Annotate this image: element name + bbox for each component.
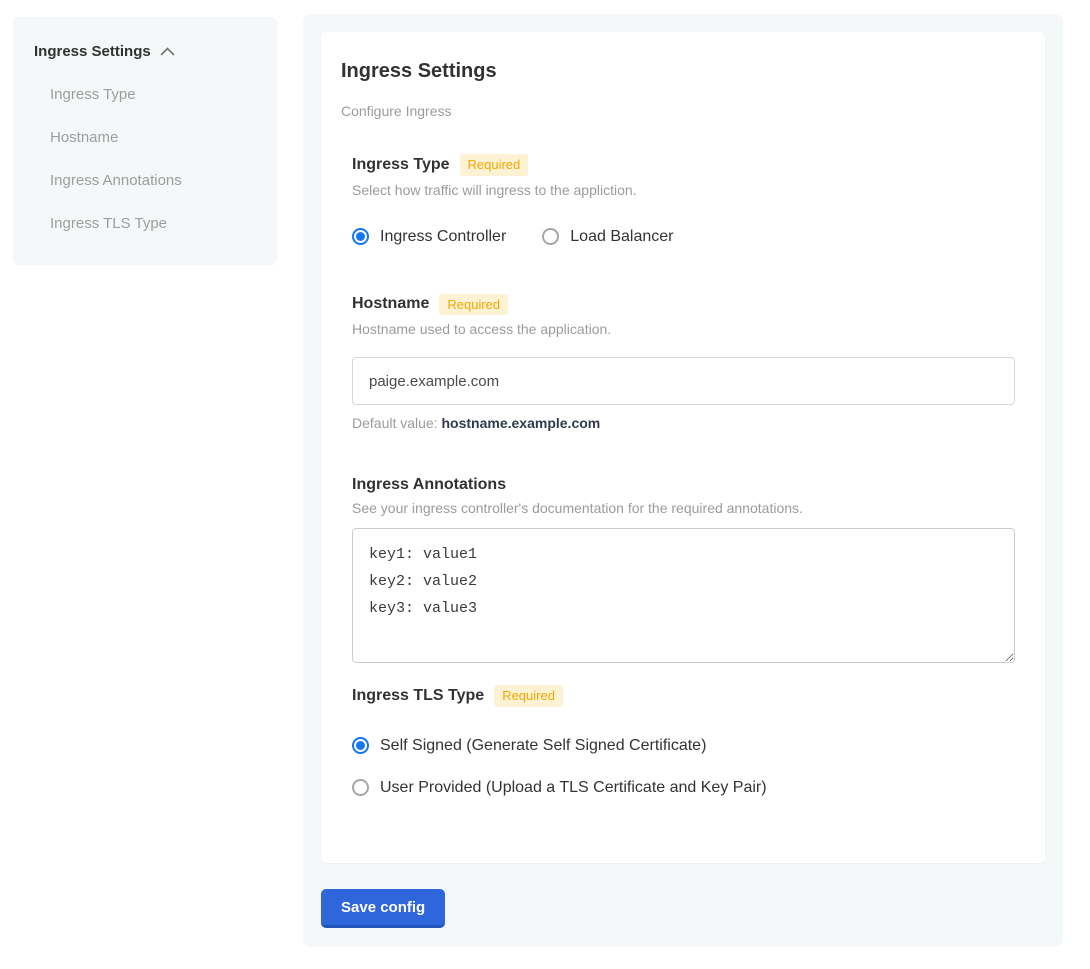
hostname-default-line: Default value: hostname.example.com bbox=[352, 415, 1015, 431]
section-ingress-type: Ingress Type Required Select how traffic… bbox=[352, 154, 1015, 246]
radio-option-user-provided[interactable]: User Provided (Upload a TLS Certificate … bbox=[352, 779, 1015, 797]
ingress-annotations-help: See your ingress controller's documentat… bbox=[352, 500, 1015, 516]
ingress-annotations-label: Ingress Annotations bbox=[352, 476, 506, 494]
radio-option-load-balancer[interactable]: Load Balancer bbox=[542, 228, 673, 246]
sidebar-item-ingress-tls-type[interactable]: Ingress TLS Type bbox=[50, 215, 257, 232]
sidebar-item-ingress-annotations[interactable]: Ingress Annotations bbox=[50, 172, 257, 189]
default-value-prefix: Default value: bbox=[352, 415, 442, 431]
hostname-label: Hostname bbox=[352, 295, 429, 313]
sidebar-item-hostname[interactable]: Hostname bbox=[50, 129, 257, 146]
ingress-tls-type-label: Ingress TLS Type bbox=[352, 687, 484, 705]
required-badge: Required bbox=[460, 154, 529, 176]
required-badge: Required bbox=[494, 685, 563, 707]
config-nav-sidebar: Ingress Settings Ingress Type Hostname I… bbox=[13, 17, 277, 265]
radio-option-self-signed[interactable]: Self Signed (Generate Self Signed Certif… bbox=[352, 737, 1015, 755]
hostname-help: Hostname used to access the application. bbox=[352, 321, 1015, 337]
sidebar-item-list: Ingress Type Hostname Ingress Annotation… bbox=[34, 86, 257, 232]
radio-option-label: Self Signed (Generate Self Signed Certif… bbox=[380, 737, 706, 755]
section-ingress-tls-type: Ingress TLS Type Required Self Signed (G… bbox=[352, 685, 1015, 797]
ingress-annotations-textarea[interactable]: key1: value1 key2: value2 key3: value3 bbox=[352, 528, 1015, 663]
radio-button-icon bbox=[352, 228, 369, 245]
default-value-text: hostname.example.com bbox=[442, 415, 601, 431]
page-title: Ingress Settings bbox=[341, 60, 1015, 83]
radio-button-icon bbox=[352, 737, 369, 754]
config-sections: Ingress Type Required Select how traffic… bbox=[352, 154, 1015, 797]
sidebar-group-title: Ingress Settings bbox=[34, 43, 151, 60]
ingress-type-radio-group: Ingress Controller Load Balancer bbox=[352, 228, 1015, 246]
required-badge: Required bbox=[439, 294, 508, 316]
save-config-button[interactable]: Save config bbox=[321, 889, 445, 928]
radio-option-ingress-controller[interactable]: Ingress Controller bbox=[352, 228, 506, 246]
sidebar-group-ingress-settings[interactable]: Ingress Settings bbox=[34, 43, 257, 60]
config-card: Ingress Settings Configure Ingress Ingre… bbox=[321, 32, 1045, 863]
radio-option-label: Load Balancer bbox=[570, 228, 673, 246]
page-subtitle: Configure Ingress bbox=[341, 103, 1015, 119]
section-ingress-annotations: Ingress Annotations See your ingress con… bbox=[352, 476, 1015, 663]
radio-option-label: User Provided (Upload a TLS Certificate … bbox=[380, 779, 767, 797]
hostname-input[interactable] bbox=[352, 357, 1015, 405]
section-hostname: Hostname Required Hostname used to acces… bbox=[352, 294, 1015, 432]
radio-button-icon bbox=[352, 779, 369, 796]
radio-button-icon bbox=[542, 228, 559, 245]
radio-option-label: Ingress Controller bbox=[380, 228, 506, 246]
sidebar-item-ingress-type[interactable]: Ingress Type bbox=[50, 86, 257, 103]
ingress-type-help: Select how traffic will ingress to the a… bbox=[352, 182, 1015, 198]
chevron-up-icon bbox=[160, 47, 175, 56]
ingress-type-label: Ingress Type bbox=[352, 156, 450, 174]
config-main-panel: Ingress Settings Configure Ingress Ingre… bbox=[303, 14, 1063, 947]
ingress-tls-radio-group: Self Signed (Generate Self Signed Certif… bbox=[352, 737, 1015, 797]
